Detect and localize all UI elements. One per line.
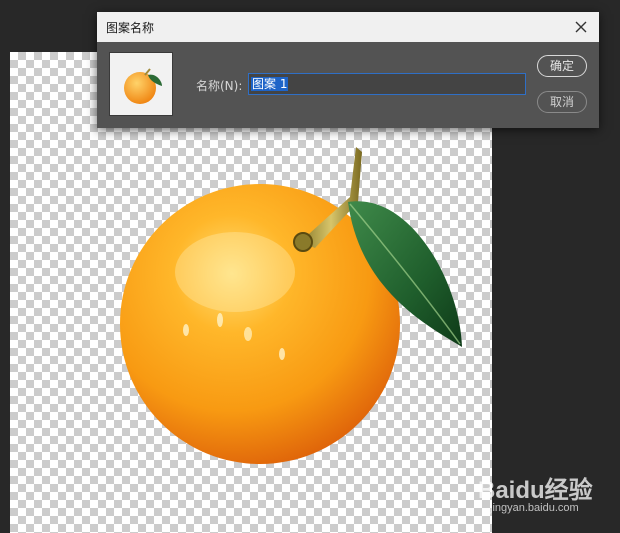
watermark-url: jingyan.baidu.com	[490, 502, 579, 514]
baidu-watermark: Baidu经验 jingyan.baidu.com	[478, 468, 618, 528]
dialog-title: 图案名称	[106, 21, 155, 35]
close-icon	[575, 21, 587, 33]
pattern-name-value: 图案 1	[251, 77, 289, 91]
pattern-thumbnail	[109, 52, 173, 116]
cancel-button[interactable]: 取消	[537, 91, 587, 113]
pattern-name-dialog: 图案名称 名称(N): 图案 1 确定 取消	[97, 12, 599, 128]
close-button[interactable]	[569, 15, 593, 39]
pattern-name-input[interactable]: 图案 1	[248, 73, 526, 95]
name-label: 名称(N):	[196, 79, 243, 93]
watermark-brand: Baidu经验	[478, 477, 593, 504]
dialog-titlebar[interactable]: 图案名称	[97, 12, 599, 42]
orange-thumbnail-icon	[124, 68, 162, 104]
ok-button[interactable]: 确定	[537, 55, 587, 77]
